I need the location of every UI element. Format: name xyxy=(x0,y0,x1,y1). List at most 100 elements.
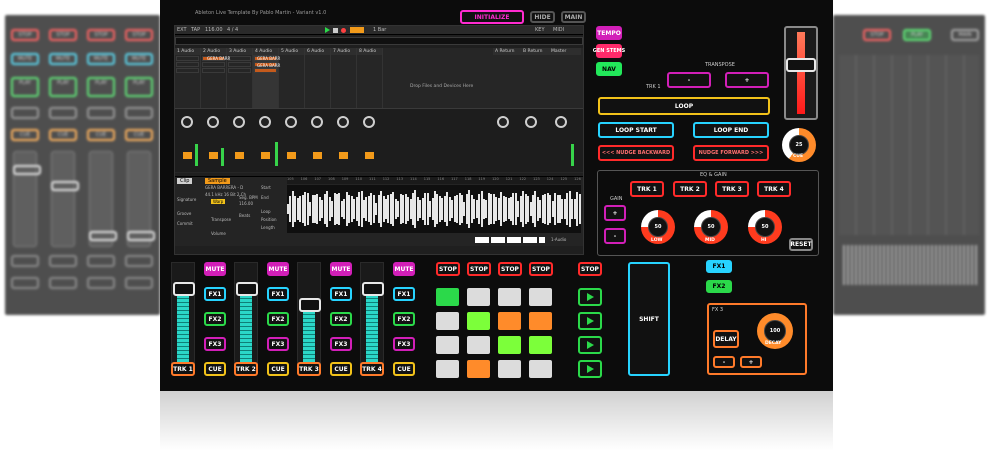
hide-button[interactable]: HIDE xyxy=(530,11,555,23)
scene-launch-button[interactable] xyxy=(578,288,602,306)
mute-button[interactable]: MUTE xyxy=(267,262,289,276)
tempo-button[interactable]: TEMPO xyxy=(596,26,622,40)
channel-fader[interactable] xyxy=(171,262,195,372)
cue-button[interactable]: CUE xyxy=(330,362,352,376)
fx3-send-button[interactable]: FX3 xyxy=(330,337,352,351)
clip-pad[interactable] xyxy=(467,360,490,378)
send-knob[interactable] xyxy=(497,116,509,128)
loop-end-button[interactable]: LOOP END xyxy=(693,122,769,138)
stop-icon[interactable] xyxy=(333,28,338,33)
eq-reset-button[interactable]: RESET xyxy=(789,238,813,251)
channel-fader-knob[interactable] xyxy=(173,281,195,296)
clip-slot[interactable] xyxy=(228,56,251,61)
track-header[interactable]: 4 Audio xyxy=(253,48,278,55)
midi-button[interactable]: MIDI xyxy=(553,27,564,33)
transpose-plus-button[interactable]: + xyxy=(725,72,769,88)
nav-button[interactable]: NAV xyxy=(596,62,622,76)
sample-tab[interactable]: Sample xyxy=(205,178,230,184)
clip-slot[interactable] xyxy=(176,56,199,61)
track-header[interactable]: 3 Audio xyxy=(227,48,252,55)
send-knob[interactable] xyxy=(525,116,537,128)
return-track-header[interactable]: B Return xyxy=(521,48,549,55)
send-knob[interactable] xyxy=(555,116,567,128)
track-number-badge[interactable] xyxy=(339,152,348,159)
channel-fader-knob[interactable] xyxy=(236,281,258,296)
clip-slot[interactable] xyxy=(202,68,225,73)
pitch-fader-knob[interactable] xyxy=(786,58,816,72)
fx3-send-button[interactable]: FX3 xyxy=(204,337,226,351)
clip-pad[interactable] xyxy=(529,360,552,378)
delay-minus-button[interactable]: - xyxy=(713,356,735,368)
eq-track-4-button[interactable]: TRK 4 xyxy=(757,181,791,197)
scene-launch-button[interactable] xyxy=(578,336,602,354)
nudge-forward-button[interactable]: NUDGE FORWARD >>> xyxy=(693,145,769,161)
master-stop-button[interactable]: STOP xyxy=(578,262,602,276)
overdub-indicator[interactable] xyxy=(350,27,364,33)
eq-track-2-button[interactable]: TRK 2 xyxy=(673,181,707,197)
track-header[interactable]: 7 Audio xyxy=(331,48,356,55)
track-select-button[interactable]: TRK 1 xyxy=(171,362,195,376)
fx2-select-button[interactable]: FX2 xyxy=(706,280,732,293)
main-button[interactable]: MAIN xyxy=(561,11,586,23)
mute-button[interactable]: MUTE xyxy=(393,262,415,276)
track-select-button[interactable]: TRK 2 xyxy=(234,362,258,376)
fx1-select-button[interactable]: FX1 xyxy=(706,260,732,273)
track-number-badge[interactable] xyxy=(313,152,322,159)
initialize-button[interactable]: INITIALIZE xyxy=(460,10,524,24)
clip-stop-button[interactable]: STOP xyxy=(467,262,491,276)
send-knob[interactable] xyxy=(285,116,297,128)
clip-slot[interactable] xyxy=(176,62,199,67)
fx2-send-button[interactable]: FX2 xyxy=(204,312,226,326)
track-select-button[interactable]: TRK 3 xyxy=(297,362,321,376)
clip-pad[interactable] xyxy=(436,336,459,354)
fx3-send-button[interactable]: FX3 xyxy=(393,337,415,351)
clip-slot[interactable] xyxy=(202,62,225,67)
clip-pad[interactable] xyxy=(529,288,552,306)
track-number-badge[interactable] xyxy=(365,152,374,159)
track-select-button[interactable]: TRK 4 xyxy=(360,362,384,376)
send-knob[interactable] xyxy=(311,116,323,128)
loop-start-button[interactable]: LOOP START xyxy=(598,122,674,138)
cue-button[interactable]: CUE xyxy=(204,362,226,376)
pitch-fader[interactable] xyxy=(784,26,818,120)
delay-button[interactable]: DELAY xyxy=(713,330,739,348)
fx1-send-button[interactable]: FX1 xyxy=(330,287,352,301)
tap-button[interactable]: TAP xyxy=(191,27,200,33)
clip-pad[interactable] xyxy=(498,336,521,354)
send-knob[interactable] xyxy=(207,116,219,128)
clip-pad[interactable] xyxy=(436,312,459,330)
key-button[interactable]: KEY xyxy=(535,27,545,33)
clip-stop-button[interactable]: STOP xyxy=(498,262,522,276)
send-knob[interactable] xyxy=(337,116,349,128)
commit-button[interactable]: Commit xyxy=(177,221,193,226)
cue-button[interactable]: CUE xyxy=(267,362,289,376)
fx1-send-button[interactable]: FX1 xyxy=(393,287,415,301)
clip-pad[interactable] xyxy=(498,360,521,378)
mute-button[interactable]: MUTE xyxy=(204,262,226,276)
clip-pad[interactable] xyxy=(498,312,521,330)
time-signature[interactable]: 4 / 4 xyxy=(227,27,238,33)
eq-track-1-button[interactable]: TRK 1 xyxy=(630,181,664,197)
clip-slot[interactable] xyxy=(176,68,199,73)
waveform-display[interactable] xyxy=(287,185,581,233)
track-header[interactable]: 6 Audio xyxy=(305,48,330,55)
channel-fader-knob[interactable] xyxy=(362,281,384,296)
ext-button[interactable]: EXT xyxy=(177,27,187,33)
clip-slot[interactable] xyxy=(228,68,251,73)
track-number-badge[interactable] xyxy=(235,152,244,159)
scene-launch-button[interactable] xyxy=(578,312,602,330)
channel-fader[interactable] xyxy=(297,262,321,372)
track-number-badge[interactable] xyxy=(183,152,192,159)
clip-tab[interactable]: Clip xyxy=(177,178,193,184)
track-header[interactable]: 8 Audio xyxy=(357,48,382,55)
send-knob[interactable] xyxy=(233,116,245,128)
clip-stop-button[interactable]: STOP xyxy=(436,262,460,276)
waveform-scroll[interactable] xyxy=(475,237,545,243)
scene-launch-button[interactable] xyxy=(578,360,602,378)
clip-pad[interactable] xyxy=(529,336,552,354)
shift-button[interactable]: SHIFT xyxy=(628,262,670,376)
clip-pad[interactable] xyxy=(467,288,490,306)
fx2-send-button[interactable]: FX2 xyxy=(267,312,289,326)
clip-pad[interactable] xyxy=(498,288,521,306)
gain-plus-button[interactable]: + xyxy=(604,205,626,221)
